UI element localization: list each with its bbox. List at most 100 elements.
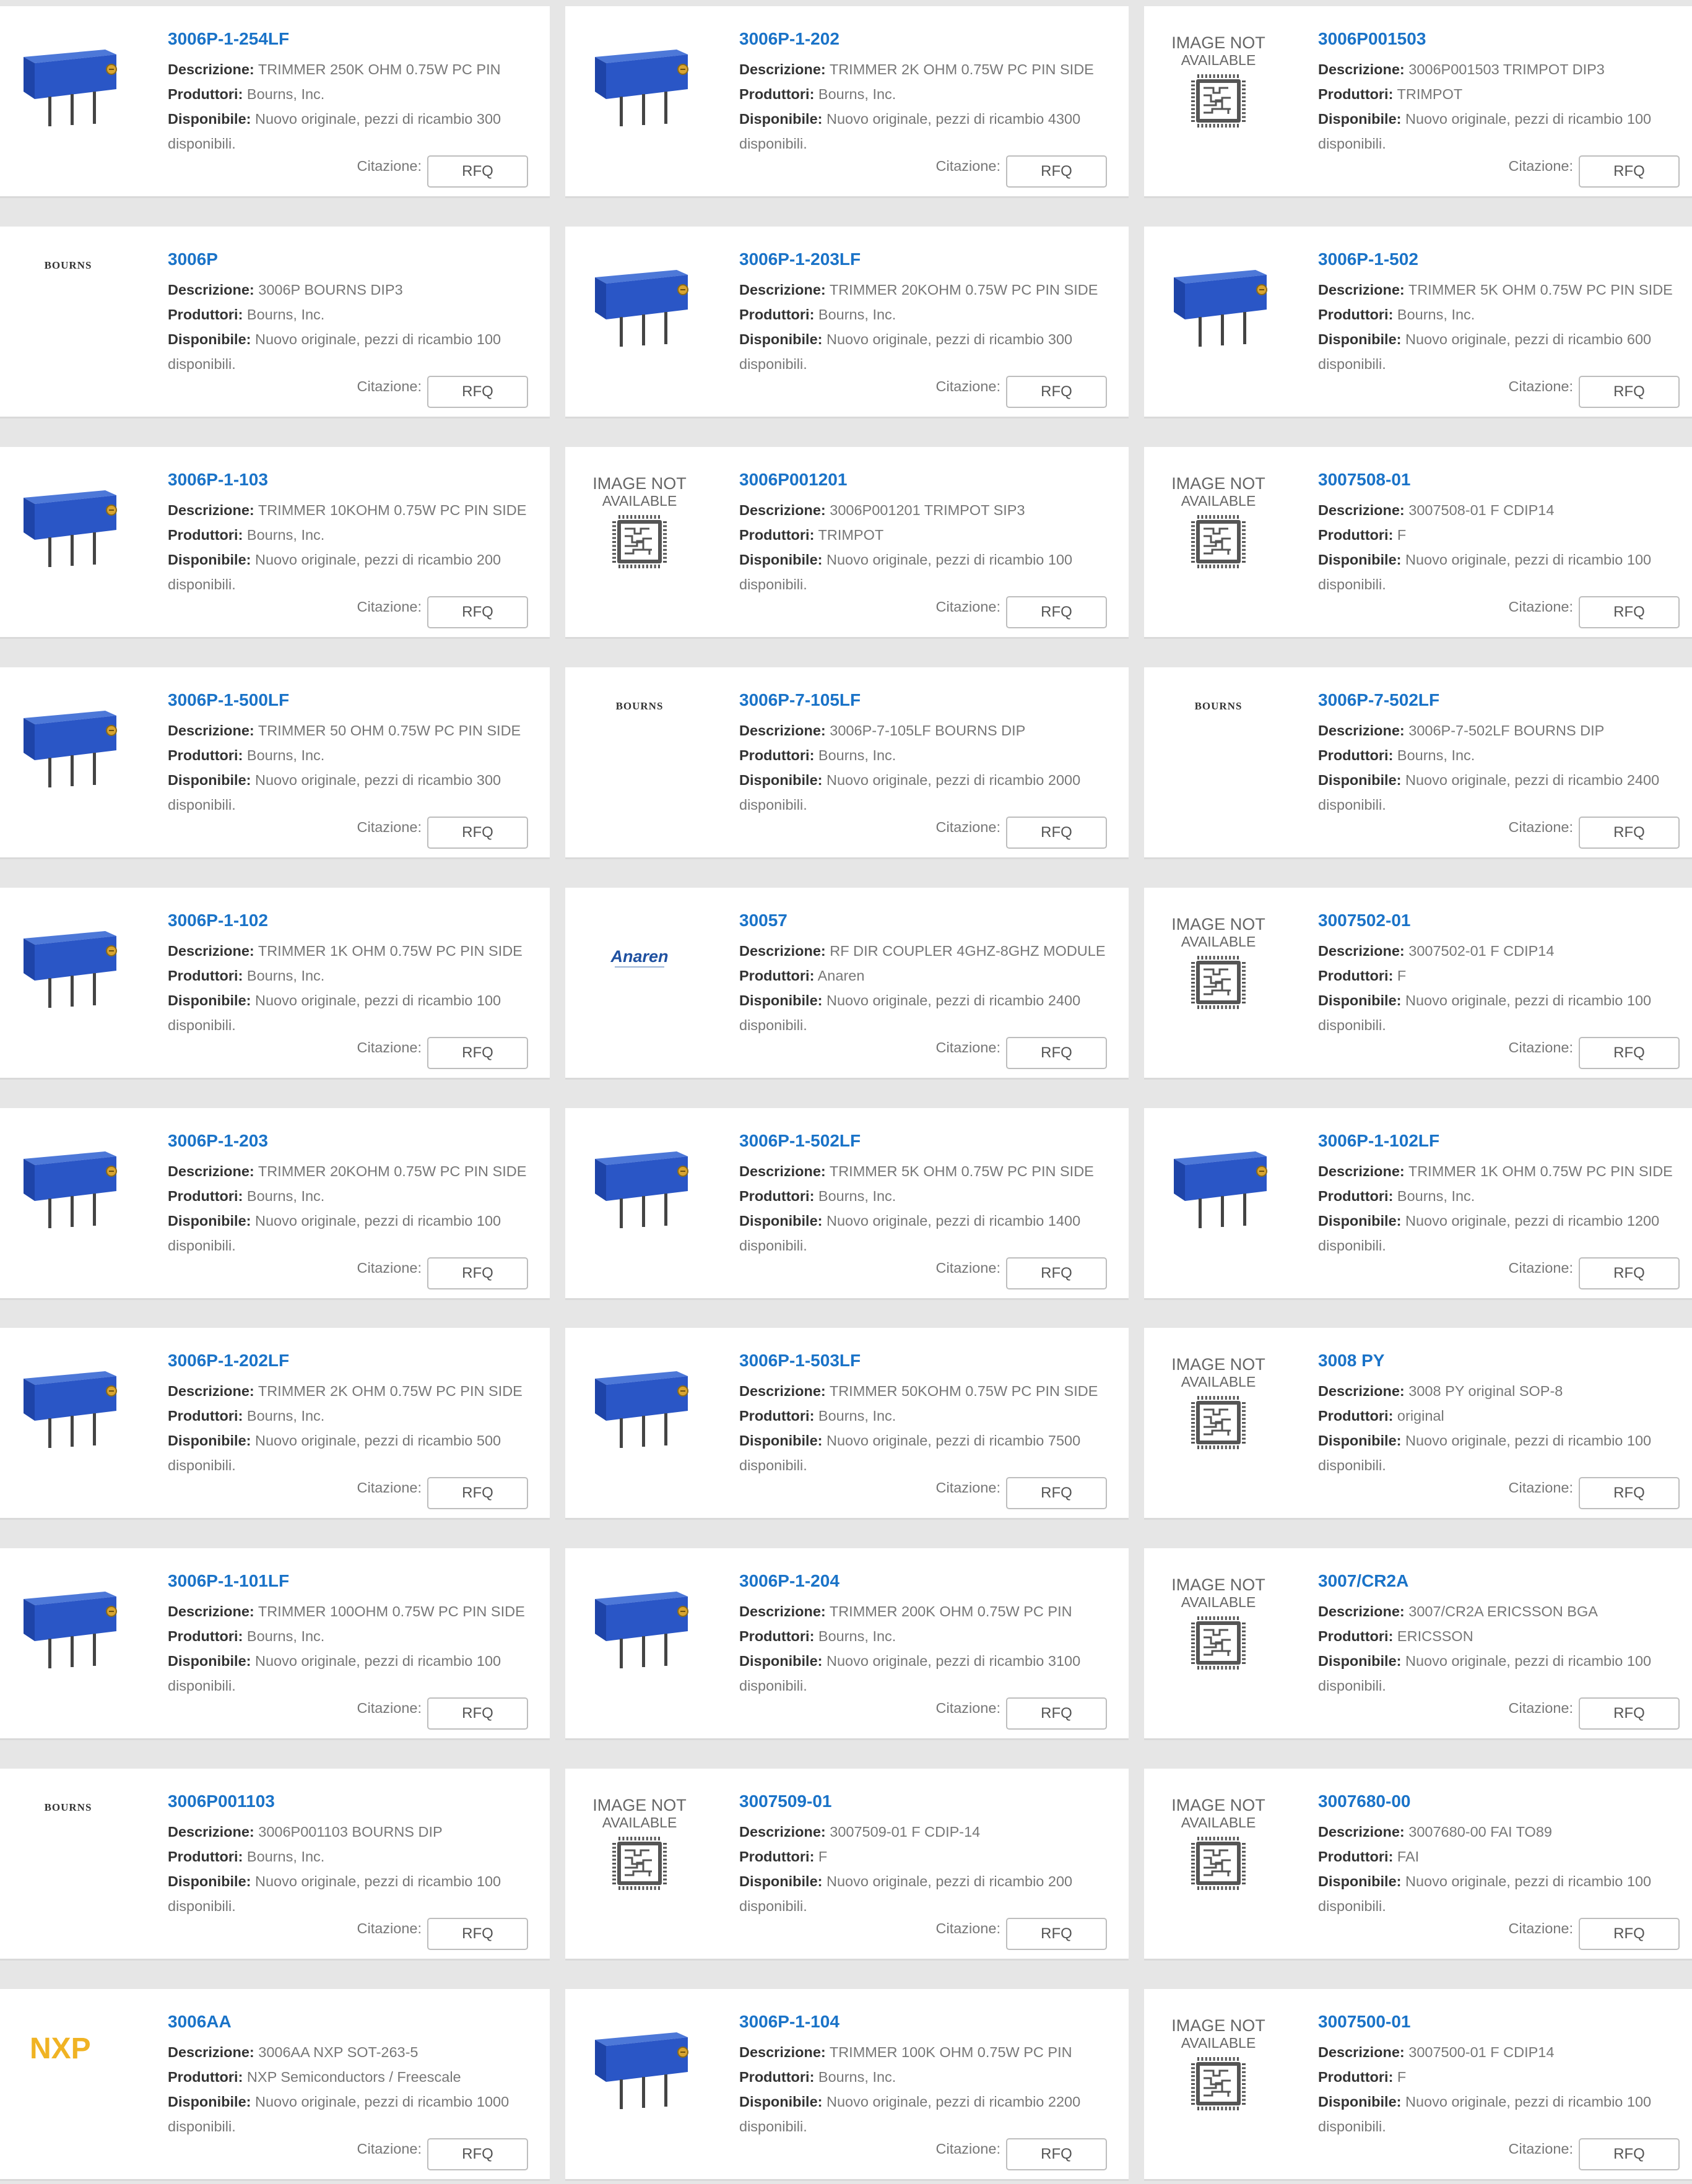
rfq-button[interactable]: RFQ — [1006, 1477, 1107, 1510]
rfq-button[interactable]: RFQ — [427, 596, 528, 628]
rfq-button[interactable]: RFQ — [427, 1918, 528, 1951]
part-number-link[interactable]: 3006P-1-502LF — [739, 1131, 861, 1151]
product-image[interactable] — [12, 692, 124, 791]
part-number-link[interactable]: 3006P-1-503LF — [739, 1351, 861, 1371]
part-number-link[interactable]: 3006P-1-101LF — [168, 1571, 289, 1591]
product-image[interactable]: Anaren — [584, 912, 695, 1012]
part-number-link[interactable]: 3008 PY — [1318, 1351, 1384, 1371]
rfq-button[interactable]: RFQ — [1579, 1036, 1680, 1069]
product-image[interactable]: IMAGE NOT AVAILABLE — [1163, 31, 1274, 130]
manufacturer-value: F — [1397, 967, 1407, 984]
part-number-link[interactable]: 3006P-1-102 — [168, 911, 268, 930]
part-number-link[interactable]: 3006P-7-105LF — [739, 690, 861, 710]
part-number-link[interactable]: 3007502-01 — [1318, 911, 1410, 930]
product-image[interactable] — [584, 1573, 695, 1672]
product-image[interactable] — [584, 251, 695, 350]
product-image[interactable] — [584, 31, 695, 130]
product-image[interactable] — [1163, 1133, 1274, 1232]
product-image[interactable] — [12, 1573, 124, 1672]
product-image[interactable] — [12, 1133, 124, 1232]
trimmer-product-icon — [595, 50, 688, 126]
product-image[interactable]: IMAGE NOT AVAILABLE — [1163, 1793, 1274, 1892]
rfq-button[interactable]: RFQ — [1006, 375, 1107, 408]
rfq-button[interactable]: RFQ — [427, 1036, 528, 1069]
rfq-button[interactable]: RFQ — [1579, 155, 1680, 188]
part-number-link[interactable]: 3006AA — [168, 2012, 232, 2032]
rfq-button[interactable]: RFQ — [427, 816, 528, 849]
product-image[interactable] — [584, 1133, 695, 1232]
product-image[interactable]: BOURNS — [12, 1793, 124, 1892]
rfq-button[interactable]: RFQ — [427, 1697, 528, 1730]
rfq-button[interactable]: RFQ — [1579, 2138, 1680, 2171]
availability-label: Disponibile: — [739, 1653, 823, 1670]
part-number-link[interactable]: 3006P-1-254LF — [168, 29, 289, 49]
product-image[interactable] — [12, 472, 124, 571]
part-number-link[interactable]: 3006P-1-500LF — [168, 690, 289, 710]
product-image[interactable] — [584, 2014, 695, 2113]
product-image[interactable]: IMAGE NOT AVAILABLE — [584, 472, 695, 571]
product-image[interactable]: BOURNS — [1163, 692, 1274, 791]
rfq-button[interactable]: RFQ — [427, 2138, 528, 2171]
rfq-button[interactable]: RFQ — [427, 1477, 528, 1510]
description-line: Descrizione: 3007500-01 F CDIP14 — [1318, 2040, 1692, 2065]
rfq-button[interactable]: RFQ — [1006, 816, 1107, 849]
product-image[interactable]: IMAGE NOT AVAILABLE — [1163, 2014, 1274, 2113]
part-number-link[interactable]: 3006P-7-502LF — [1318, 690, 1439, 710]
product-image[interactable]: IMAGE NOT AVAILABLE — [1163, 472, 1274, 571]
rfq-button[interactable]: RFQ — [1579, 1918, 1680, 1951]
rfq-button[interactable]: RFQ — [1579, 1257, 1680, 1289]
part-number-link[interactable]: 3006P001201 — [739, 470, 847, 490]
rfq-button[interactable]: RFQ — [1579, 1477, 1680, 1510]
product-image[interactable]: IMAGE NOT AVAILABLE — [584, 1793, 695, 1892]
part-number-link[interactable]: 3007509-01 — [739, 1792, 831, 1811]
availability-label: Disponibile: — [1318, 2094, 1402, 2110]
rfq-button[interactable]: RFQ — [1006, 155, 1107, 188]
rfq-button[interactable]: RFQ — [1579, 596, 1680, 628]
part-number-link[interactable]: 3006P-1-104 — [739, 2012, 839, 2032]
quote-row: Citazione: RFQ — [695, 155, 1129, 188]
rfq-button[interactable]: RFQ — [1006, 2138, 1107, 2171]
part-number-link[interactable]: 3006P-1-102LF — [1318, 1131, 1439, 1151]
part-number-link[interactable]: 3006P-1-202LF — [168, 1351, 289, 1371]
part-number-link[interactable]: 3006P-1-204 — [739, 1571, 839, 1591]
part-number-link[interactable]: 3007/CR2A — [1318, 1571, 1408, 1591]
product-image[interactable] — [12, 912, 124, 1012]
rfq-button[interactable]: RFQ — [427, 155, 528, 188]
rfq-button[interactable]: RFQ — [1006, 1257, 1107, 1289]
product-image[interactable]: BOURNS — [12, 251, 124, 350]
product-image[interactable]: IMAGE NOT AVAILABLE — [1163, 1573, 1274, 1672]
manufacturer-line: Produttori: Anaren — [739, 963, 1129, 988]
part-number-link[interactable]: 3006P-1-203LF — [739, 249, 861, 269]
rfq-button[interactable]: RFQ — [1579, 1697, 1680, 1730]
product-image[interactable] — [12, 31, 124, 130]
trimmer-product-icon — [24, 490, 117, 567]
product-image[interactable] — [584, 1353, 695, 1452]
part-number-link[interactable]: 30057 — [739, 911, 787, 930]
rfq-button[interactable]: RFQ — [1006, 1036, 1107, 1069]
product-image[interactable]: NXP — [12, 2014, 124, 2113]
rfq-button[interactable]: RFQ — [427, 375, 528, 408]
manufacturer-label: Produttori: — [739, 306, 815, 323]
product-image[interactable]: BOURNS — [584, 692, 695, 791]
rfq-button[interactable]: RFQ — [1006, 1697, 1107, 1730]
rfq-button[interactable]: RFQ — [1579, 375, 1680, 408]
rfq-button[interactable]: RFQ — [1006, 1918, 1107, 1951]
product-image[interactable]: IMAGE NOT AVAILABLE — [1163, 912, 1274, 1012]
part-number-link[interactable]: 3007680-00 — [1318, 1792, 1410, 1811]
part-number-link[interactable]: 3006P001103 — [168, 1792, 275, 1811]
part-number-link[interactable]: 3006P-1-103 — [168, 470, 268, 490]
product-image[interactable]: IMAGE NOT AVAILABLE — [1163, 1353, 1274, 1452]
availability-label: Disponibile: — [739, 1873, 823, 1890]
part-number-link[interactable]: 3006P-1-502 — [1318, 249, 1418, 269]
product-image[interactable] — [1163, 251, 1274, 350]
part-number-link[interactable]: 3007500-01 — [1318, 2012, 1410, 2032]
part-number-link[interactable]: 3007508-01 — [1318, 470, 1410, 490]
rfq-button[interactable]: RFQ — [1579, 816, 1680, 849]
rfq-button[interactable]: RFQ — [1006, 596, 1107, 628]
product-image[interactable] — [12, 1353, 124, 1452]
part-number-link[interactable]: 3006P-1-203 — [168, 1131, 268, 1151]
part-number-link[interactable]: 3006P — [168, 249, 218, 269]
rfq-button[interactable]: RFQ — [427, 1257, 528, 1289]
part-number-link[interactable]: 3006P-1-202 — [739, 29, 839, 49]
part-number-link[interactable]: 3006P001503 — [1318, 29, 1426, 49]
